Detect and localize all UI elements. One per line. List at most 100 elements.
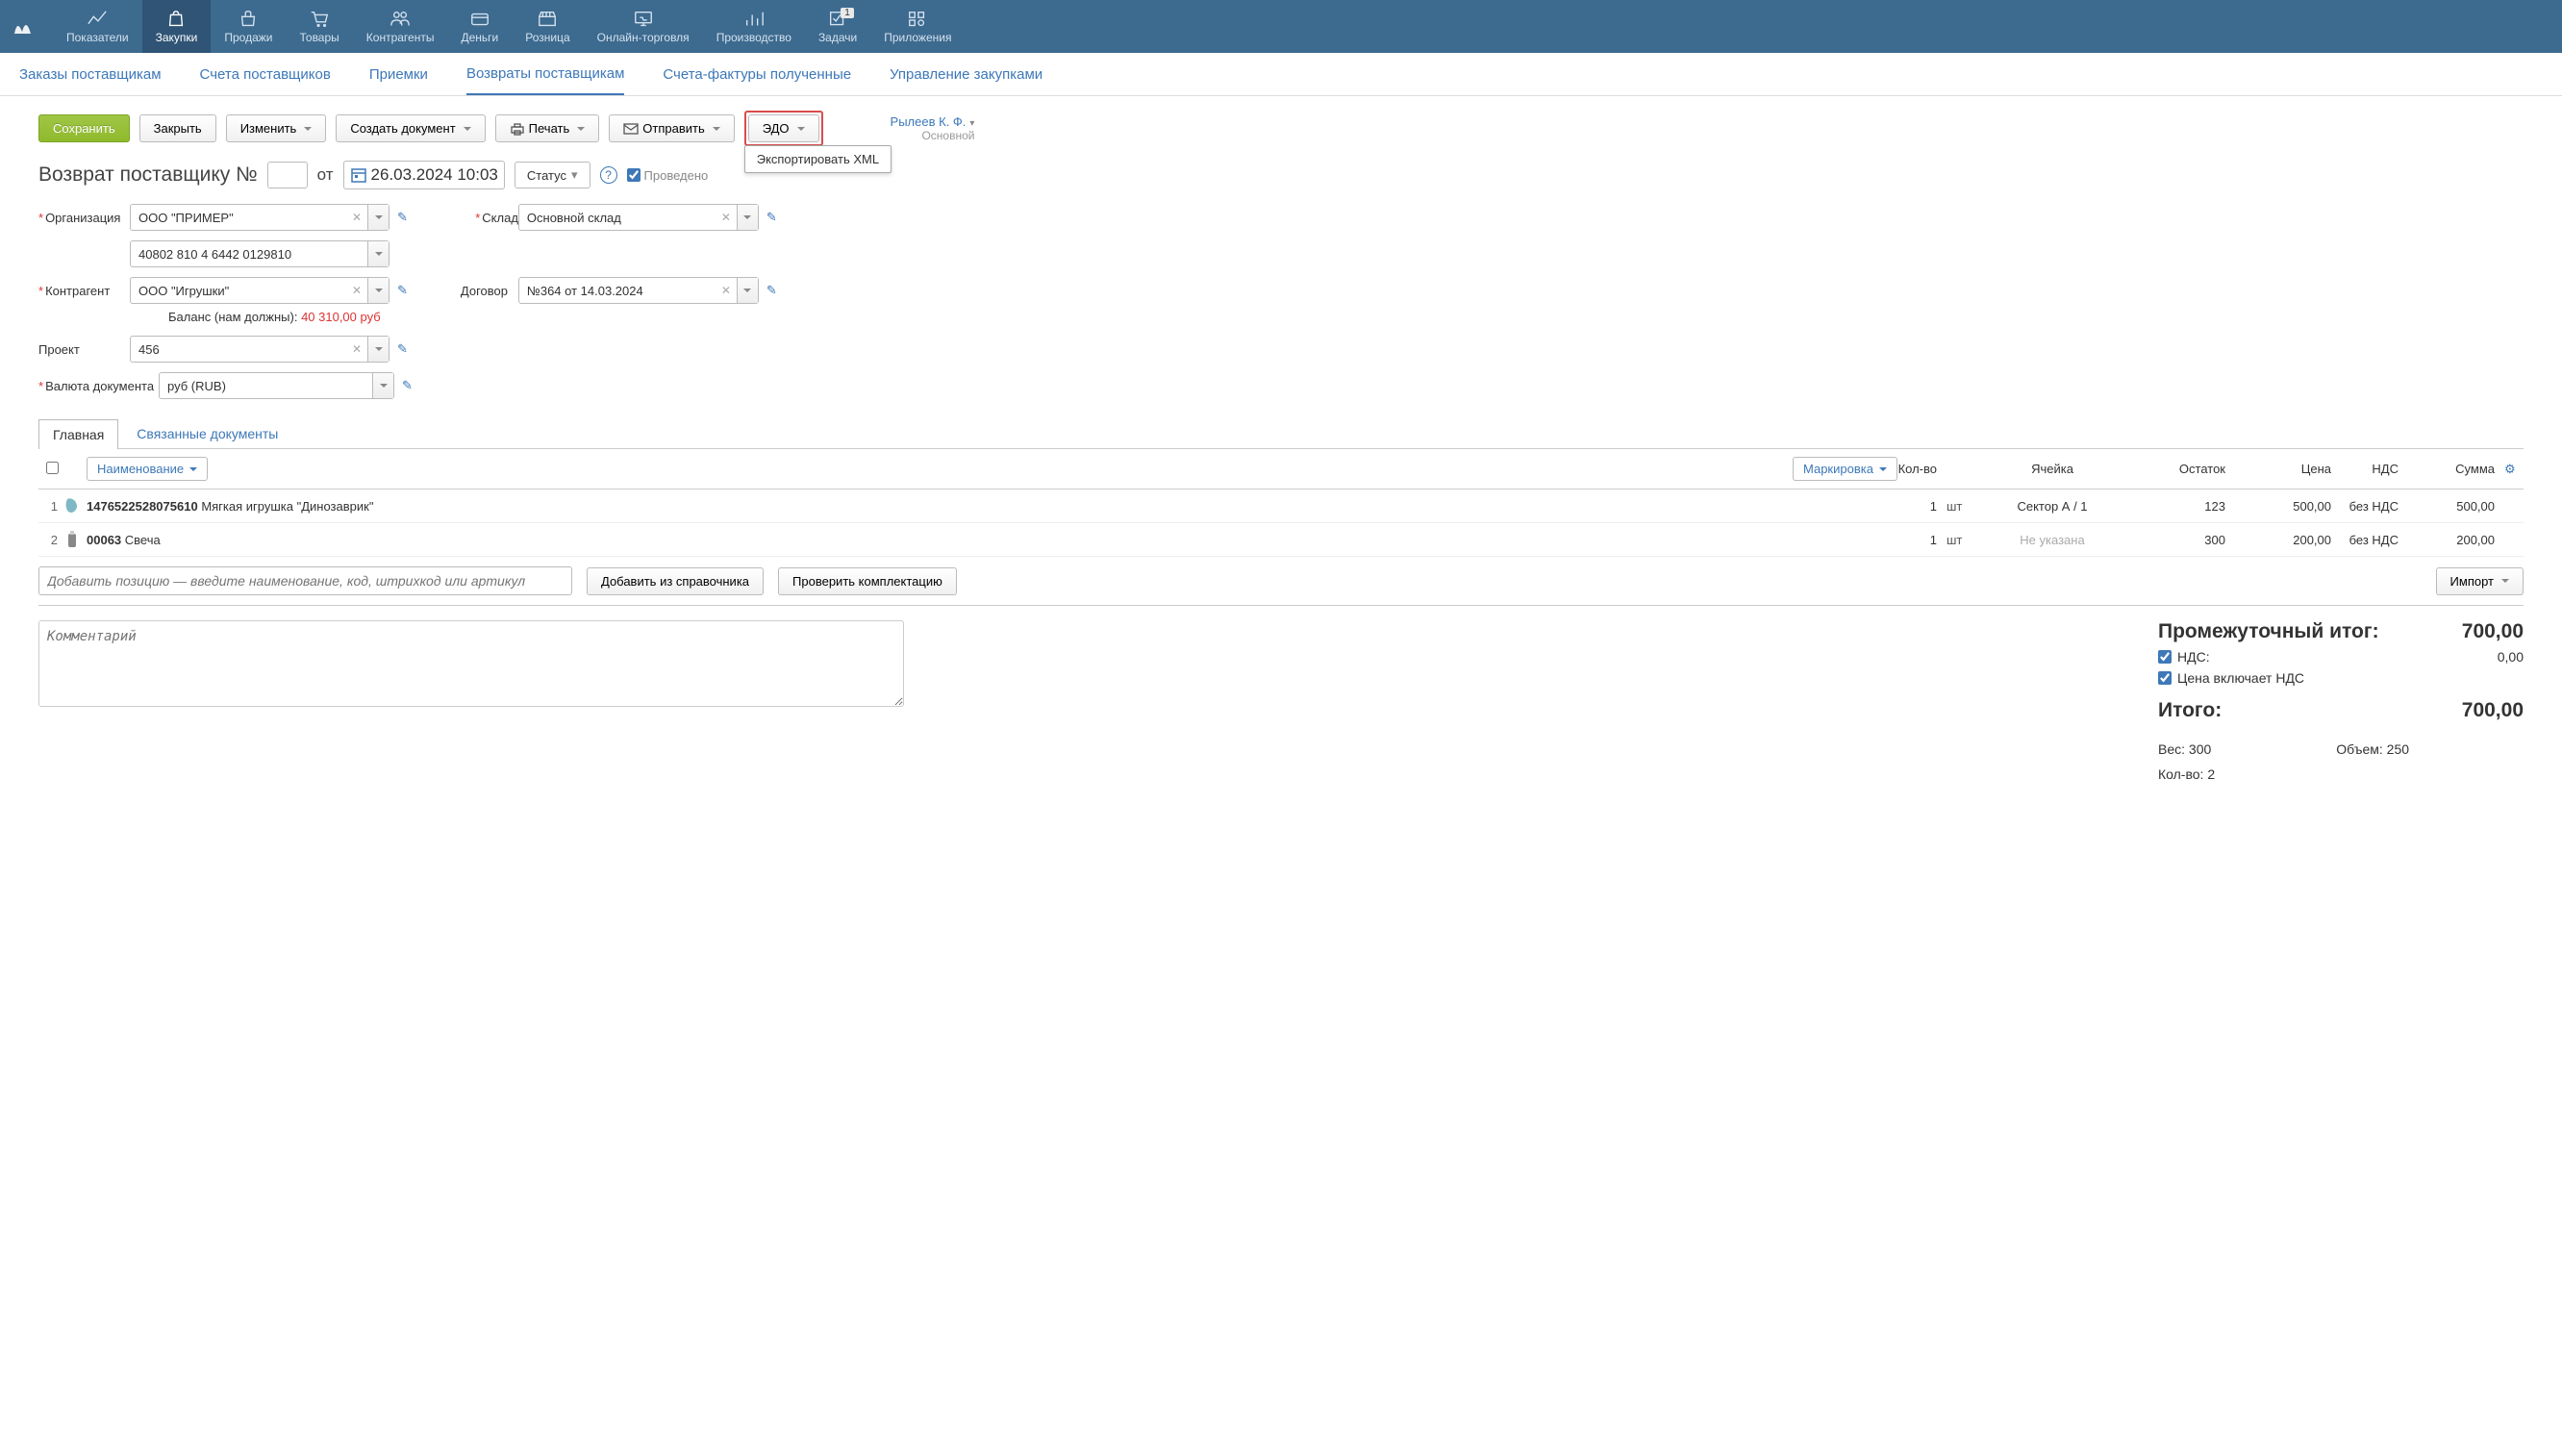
col-price: Цена — [2225, 462, 2331, 476]
dropdown-icon[interactable] — [367, 278, 389, 303]
import-button[interactable]: Импорт — [2436, 567, 2524, 595]
toolbar: Сохранить Закрыть Изменить Создать докум… — [0, 96, 2562, 156]
mail-icon — [623, 122, 639, 136]
edit-icon[interactable]: ✎ — [766, 210, 777, 225]
table-header: Наименование Маркировка Кол-во Ячейка Ос… — [38, 448, 2524, 490]
subnav-receipts[interactable]: Приемки — [369, 55, 428, 94]
items-table: Наименование Маркировка Кол-во Ячейка Ос… — [0, 448, 2562, 606]
product-icon — [62, 495, 83, 516]
project-select[interactable]: 456✕ — [130, 336, 389, 363]
bottom-area: Промежуточный итог: 700,00 НДС: 0,00 Цен… — [0, 606, 2562, 796]
account-select[interactable]: 40802 810 4 6442 0129810 — [130, 240, 389, 267]
contract-select[interactable]: №364 от 14.03.2024✕ — [518, 277, 759, 304]
select-all-checkbox[interactable] — [46, 462, 59, 474]
clear-icon[interactable]: ✕ — [352, 342, 362, 356]
help-icon[interactable]: ? — [600, 166, 617, 184]
doc-date-label: от — [317, 165, 334, 185]
mark-column-dropdown[interactable]: Маркировка — [1793, 457, 1897, 481]
save-button[interactable]: Сохранить — [38, 114, 130, 142]
doc-number-input[interactable] — [267, 162, 308, 188]
print-button[interactable]: Печать — [495, 114, 600, 142]
edit-icon[interactable]: ✎ — [397, 210, 408, 225]
monitor-icon — [633, 9, 654, 28]
col-vat: НДС — [2331, 462, 2399, 476]
subnav-orders[interactable]: Заказы поставщикам — [19, 55, 162, 94]
create-doc-button[interactable]: Создать документ — [336, 114, 485, 142]
nav-tasks[interactable]: 1Задачи — [805, 0, 870, 53]
doc-date-value: 26.03.2024 10:03 — [371, 165, 498, 185]
add-item-input[interactable] — [38, 566, 572, 595]
price-inc-vat-checkbox[interactable] — [2158, 671, 2172, 685]
edit-icon[interactable]: ✎ — [397, 283, 408, 298]
change-button[interactable]: Изменить — [226, 114, 327, 142]
table-row[interactable]: 1 1476522528075610 Мягкая игрушка "Диноз… — [38, 490, 2524, 523]
vat-checkbox[interactable] — [2158, 650, 2172, 664]
dropdown-icon[interactable] — [372, 373, 393, 398]
edit-icon[interactable]: ✎ — [402, 378, 413, 393]
subtotal-value: 700,00 — [2462, 620, 2524, 643]
subtotal-label: Промежуточный итог: — [2158, 620, 2379, 643]
table-row[interactable]: 2 00063 Свеча 1 шт Не указана 300 200,00… — [38, 523, 2524, 557]
edo-highlight: ЭДО Экспортировать XML — [744, 111, 823, 146]
dropdown-icon[interactable] — [367, 205, 389, 230]
warehouse-select[interactable]: Основной склад✕ — [518, 204, 759, 231]
done-label: Проведено — [644, 168, 709, 183]
edit-icon[interactable]: ✎ — [397, 341, 408, 357]
nav-goods[interactable]: Товары — [287, 0, 353, 53]
check-kit-button[interactable]: Проверить комплектацию — [778, 567, 957, 595]
nav-apps[interactable]: Приложения — [870, 0, 965, 53]
dropdown-icon[interactable] — [367, 337, 389, 362]
vat-value: 0,00 — [2498, 649, 2524, 665]
col-qty: Кол-во — [1889, 462, 1937, 476]
subnav-returns[interactable]: Возвраты поставщикам — [466, 54, 624, 95]
done-checkbox[interactable] — [627, 168, 640, 182]
status-button[interactable]: Статус▾ — [515, 162, 590, 188]
user-info[interactable]: Рылеев К. Ф.▾ Основной — [891, 114, 975, 142]
weight-text: Вес: 300 — [2158, 741, 2211, 757]
nav-purchases[interactable]: Закупки — [142, 0, 212, 53]
edo-dropdown-item[interactable]: Экспортировать XML — [744, 145, 892, 173]
name-column-dropdown[interactable]: Наименование — [87, 457, 208, 481]
nav-retail[interactable]: Розница — [512, 0, 583, 53]
currency-select[interactable]: руб (RUB) — [159, 372, 394, 399]
gear-icon[interactable]: ⚙ — [2504, 462, 2524, 477]
app-logo — [10, 14, 38, 38]
edit-icon[interactable]: ✎ — [766, 283, 777, 298]
clear-icon[interactable]: ✕ — [352, 284, 362, 297]
counterparty-select[interactable]: ООО "Игрушки"✕ — [130, 277, 389, 304]
printer-icon — [510, 122, 525, 136]
nav-money[interactable]: Деньги — [447, 0, 512, 53]
edo-button[interactable]: ЭДО — [748, 114, 819, 142]
clear-icon[interactable]: ✕ — [721, 211, 731, 224]
subnav-invoices[interactable]: Счета-фактуры полученные — [663, 55, 851, 94]
close-button[interactable]: Закрыть — [139, 114, 216, 142]
total-label: Итого: — [2158, 699, 2222, 722]
tab-related[interactable]: Связанные документы — [122, 418, 292, 448]
doc-date-field[interactable]: 26.03.2024 10:03 — [343, 161, 505, 189]
nav-production[interactable]: Производство — [703, 0, 805, 53]
tasks-badge: 1 — [841, 8, 854, 18]
subnav-manage[interactable]: Управление закупками — [890, 55, 1042, 94]
volume-text: Объем: 250 — [2336, 741, 2409, 757]
chart-icon — [87, 9, 108, 28]
clear-icon[interactable]: ✕ — [721, 284, 731, 297]
apps-icon — [907, 9, 928, 28]
wallet-icon — [469, 9, 490, 28]
dropdown-icon[interactable] — [367, 241, 389, 266]
nav-sales[interactable]: Продажи — [211, 0, 286, 53]
bars-icon — [743, 9, 765, 28]
nav-indicators[interactable]: Показатели — [53, 0, 142, 53]
tab-main[interactable]: Главная — [38, 419, 118, 449]
dropdown-icon[interactable] — [737, 205, 758, 230]
org-select[interactable]: ООО "ПРИМЕР"✕ — [130, 204, 389, 231]
nav-online[interactable]: Онлайн-торговля — [584, 0, 703, 53]
comment-textarea[interactable] — [38, 620, 904, 707]
store-icon — [537, 9, 558, 28]
add-from-directory-button[interactable]: Добавить из справочника — [587, 567, 764, 595]
nav-counterparties[interactable]: Контрагенты — [353, 0, 448, 53]
send-button[interactable]: Отправить — [609, 114, 734, 142]
dropdown-icon[interactable] — [737, 278, 758, 303]
clear-icon[interactable]: ✕ — [352, 211, 362, 224]
col-cell: Ячейка — [1985, 462, 2120, 476]
subnav-bills[interactable]: Счета поставщиков — [200, 55, 331, 94]
